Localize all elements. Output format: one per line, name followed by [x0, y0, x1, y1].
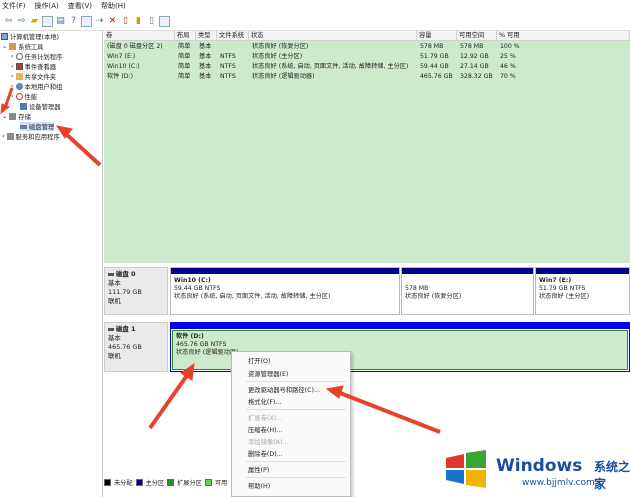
arrow-change-letter	[339, 391, 441, 434]
watermark-url: www.bjjmlv.com	[522, 478, 595, 488]
windows-logo-icon	[446, 450, 486, 488]
annotation-arrows	[0, 87, 441, 434]
arrow-storage	[3, 87, 14, 109]
arrow-head	[180, 362, 195, 381]
watermark-brand: Windows	[496, 456, 583, 476]
watermark: Windows 系统之家 www.bjjmlv.com	[432, 440, 630, 497]
arrow-partition-d	[148, 372, 190, 430]
arrow-disk-management	[63, 131, 102, 167]
watermark-cn: 系统之家	[594, 460, 630, 491]
arrow-head	[0, 103, 10, 115]
arrow-head	[325, 385, 344, 399]
